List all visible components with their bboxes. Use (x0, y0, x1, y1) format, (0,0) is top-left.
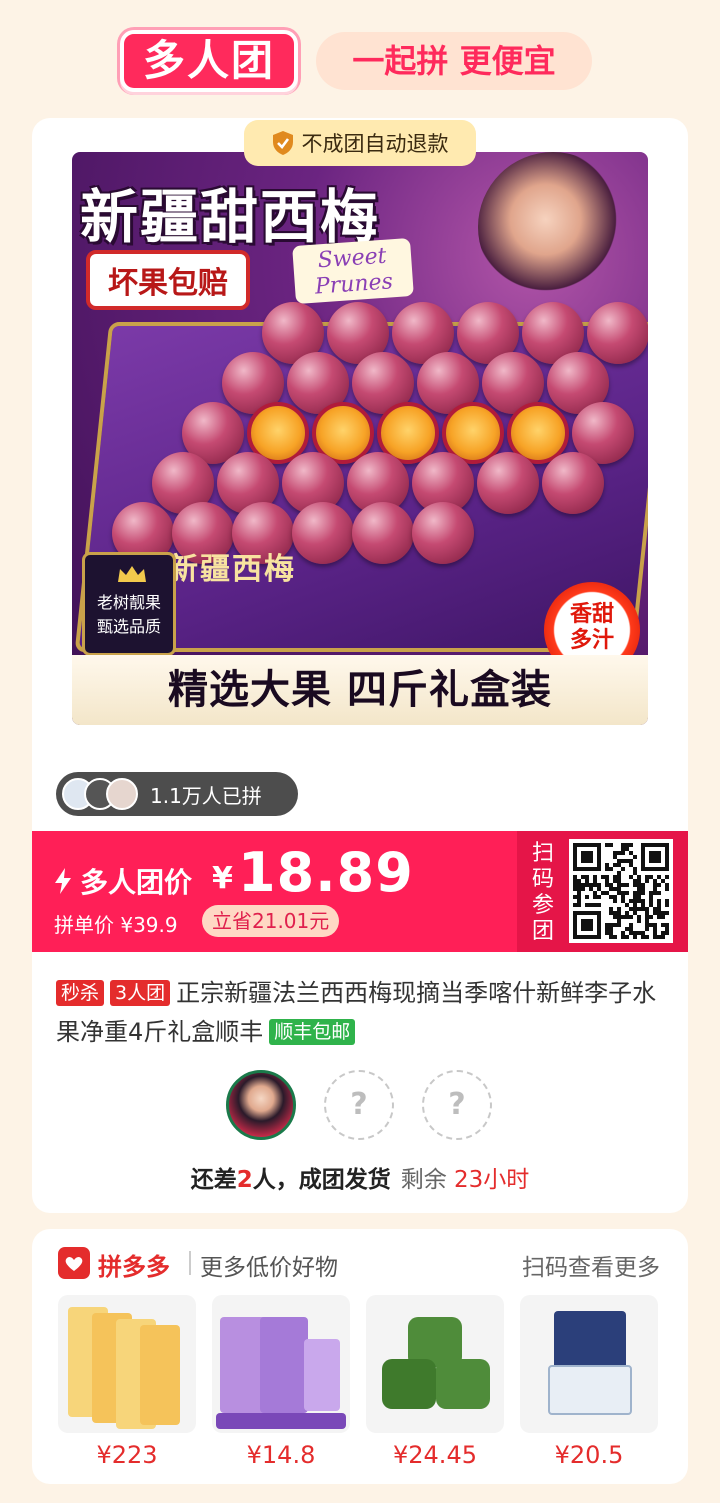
lightning-icon (55, 868, 71, 894)
remaining-time: 23小时 (454, 1167, 530, 1193)
qr-code-icon (573, 843, 669, 939)
qr-code[interactable] (569, 839, 673, 943)
plum (542, 452, 604, 514)
scan-more-link[interactable]: 扫码查看更多 (522, 1248, 660, 1282)
recommend-item[interactable]: ¥20.5 (520, 1295, 658, 1469)
save-amount-badge: 立省21.01元 (202, 905, 340, 937)
plum (292, 502, 354, 564)
joined-count: 1.1万人已拼 (150, 783, 262, 808)
recommend-item[interactable]: ¥14.8 (212, 1295, 350, 1469)
slogan-pill: 一起拼 更便宜 (316, 32, 592, 90)
image-compensate-tag: 坏果包赔 (86, 250, 250, 310)
shield-check-icon (272, 131, 293, 155)
item-price: ¥20.5 (554, 1441, 624, 1469)
item-thumbnail (212, 1295, 350, 1433)
price-bar: 多人团价 ¥ 18.89 拼单价 ¥39.9 立省21.01元 扫 码 参 团 (32, 831, 688, 952)
divider (189, 1251, 191, 1275)
need-count: 2 (236, 1167, 253, 1193)
item-price: ¥24.45 (393, 1441, 477, 1469)
single-price: 拼单价 ¥39.9 (54, 913, 178, 937)
item-price: ¥14.8 (246, 1441, 316, 1469)
quality-badge-line2: 甄选品质 (96, 617, 161, 636)
juicy-line2: 多汁 (569, 628, 614, 653)
refund-badge-text: 不成团自动退款 (301, 132, 449, 156)
empty-slot: ? (422, 1070, 492, 1140)
group-price: 18.89 (238, 841, 414, 904)
item-price: ¥223 (96, 1441, 158, 1469)
group-size-tag: 3人团 (110, 980, 171, 1006)
item-thumbnail (520, 1295, 658, 1433)
image-sweet-prunes: Sweet Prunes (292, 237, 414, 305)
recommend-card: 拼多多 更多低价好物 扫码查看更多 ¥223 ¥14.8 ¥24.45 ¥20.… (32, 1229, 688, 1484)
group-status: 还差2人，成团发货 剩余 23小时 (32, 1160, 688, 1194)
image-banner: 精选大果 四斤礼盒装 (72, 655, 648, 725)
item-thumbnail (58, 1295, 196, 1433)
juicy-line1: 香甜 (569, 602, 614, 627)
image-title: 新疆甜西梅 (80, 183, 381, 251)
plum (412, 502, 474, 564)
empty-slot: ? (324, 1070, 394, 1140)
currency-symbol: ¥ (212, 861, 233, 896)
image-quality-badge: 老树靓果 甄选品质 (82, 552, 176, 656)
plum (477, 452, 539, 514)
flash-sale-tag: 秒杀 (56, 980, 105, 1006)
recommend-subtitle: 更多低价好物 (200, 1255, 338, 1281)
header: 多人团 一起拼 更便宜 (0, 0, 720, 118)
plum (587, 302, 648, 364)
product-title-area: 秒杀 3人团 正宗新疆法兰西西梅现摘当季喀什新鲜李子水果净重4斤礼盒顺丰 顺丰包邮 (56, 974, 666, 1052)
member-avatar (226, 1070, 296, 1140)
need-prefix: 还差 (190, 1167, 237, 1193)
need-suffix: 人，成团发货 (252, 1167, 391, 1193)
avatar (106, 778, 138, 810)
recommend-item[interactable]: ¥24.45 (366, 1295, 504, 1469)
item-thumbnail (366, 1295, 504, 1433)
recommend-item[interactable]: ¥223 (58, 1295, 196, 1469)
scan-char: 团 (531, 919, 554, 944)
model-illustration (478, 152, 628, 302)
image-box-brand: 新疆西梅 (168, 552, 296, 587)
quality-badge-line1: 老树靓果 (96, 593, 161, 612)
product-card: 不成团自动退款 新疆甜西梅 坏果包赔 Sweet Prunes 新疆西梅 老树靓… (32, 118, 688, 1213)
crown-icon (118, 566, 146, 582)
scan-char: 码 (531, 867, 554, 892)
multi-group-logo: 多人团 (120, 30, 298, 92)
scan-to-join-label: 扫 码 参 团 (530, 841, 556, 945)
product-image[interactable]: 新疆甜西梅 坏果包赔 Sweet Prunes 新疆西梅 老树靓果 甄选品质 香… (72, 152, 648, 725)
refund-badge: 不成团自动退款 (244, 120, 476, 166)
group-price-label: 多人团价 (80, 866, 193, 899)
free-shipping-tag: 顺丰包邮 (269, 1019, 356, 1045)
remaining-label: 剩余 (400, 1167, 447, 1193)
joined-count-pill: 1.1万人已拼 (56, 772, 298, 816)
plum (352, 502, 414, 564)
pinduoduo-brand: 拼多多 (98, 1253, 170, 1281)
pinduoduo-logo-icon (58, 1247, 90, 1279)
scan-char: 扫 (531, 841, 554, 866)
scan-char: 参 (531, 893, 554, 918)
